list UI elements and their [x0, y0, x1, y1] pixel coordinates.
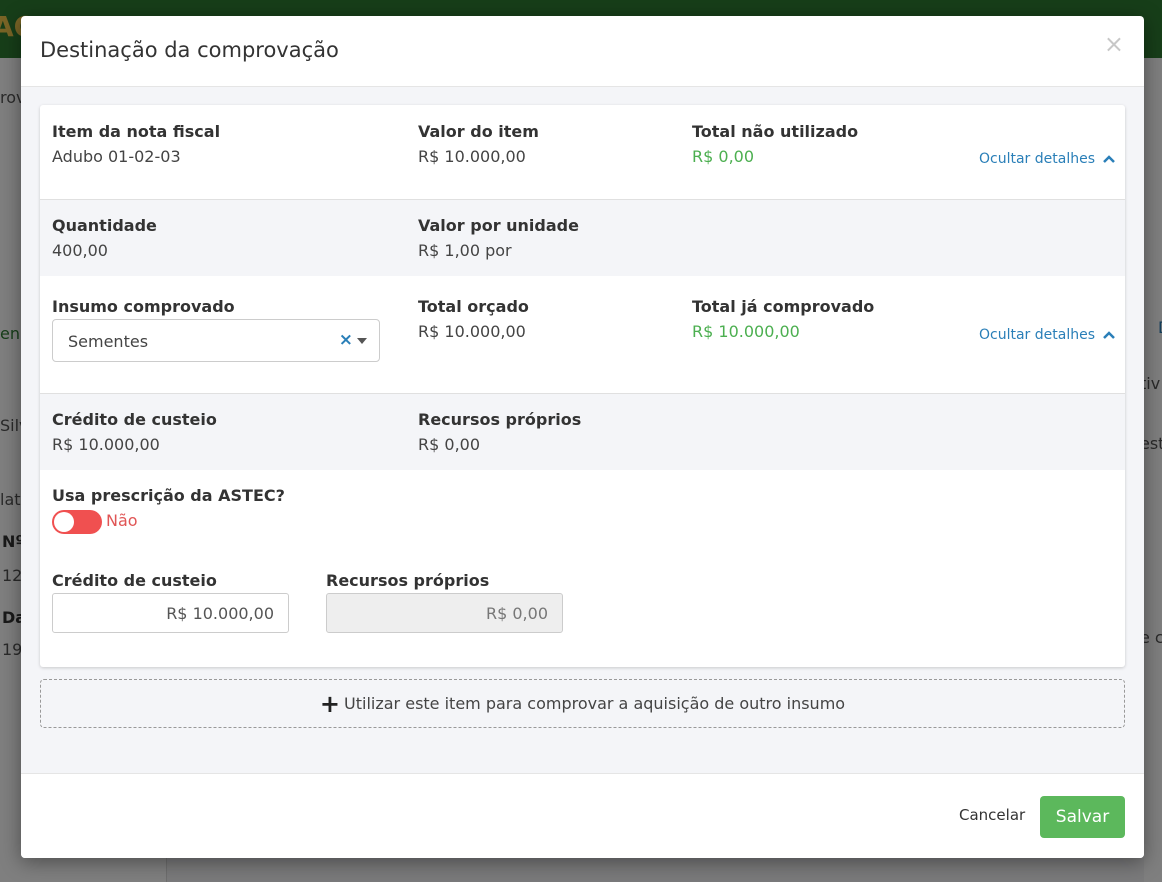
ocultar-detalhes-item-link[interactable]: Ocultar detalhes: [979, 151, 1116, 167]
valor-unidade-value: R$ 1,00 por: [418, 241, 512, 260]
recursos-proprios-label: Recursos próprios: [418, 410, 582, 429]
quantidade-label: Quantidade: [52, 216, 157, 235]
toggle-knob: [54, 512, 74, 532]
modal-body: Item da nota fiscal Adubo 01-02-03 Valor…: [21, 87, 1144, 773]
valor-item-label: Valor do item: [418, 122, 539, 141]
ocultar-detalhes-insumo-link[interactable]: Ocultar detalhes: [979, 327, 1116, 343]
chevron-up-icon: [1103, 331, 1116, 339]
astec-toggle-text: Não: [106, 511, 138, 530]
cancel-button[interactable]: Cancelar: [959, 806, 1025, 824]
save-button[interactable]: Salvar: [1040, 796, 1125, 838]
modal-header: Destinação da comprovação ×: [21, 16, 1144, 87]
clear-icon[interactable]: ×: [339, 330, 353, 350]
insumo-details-row: Crédito de custeio R$ 10.000,00 Recursos…: [40, 394, 1125, 470]
insumo-row: Insumo comprovado Sementes × Total orçad…: [40, 276, 1125, 393]
insumo-select[interactable]: Sementes ×: [52, 319, 380, 362]
credito-custeio-label: Crédito de custeio: [52, 410, 217, 429]
close-icon[interactable]: ×: [1104, 32, 1124, 56]
ocultar-detalhes-label: Ocultar detalhes: [979, 327, 1095, 343]
chevron-up-icon: [1103, 155, 1116, 163]
add-other-insumo-label: Utilizar este item para comprovar a aqui…: [344, 694, 846, 713]
recursos-proprios-value: R$ 0,00: [418, 435, 481, 454]
insumo-selected-value: Sementes: [68, 332, 149, 351]
item-value: Adubo 01-02-03: [52, 147, 181, 166]
astec-row: Usa prescrição da ASTEC? Não Crédito de …: [40, 470, 1125, 667]
ocultar-detalhes-label: Ocultar detalhes: [979, 151, 1095, 167]
item-label: Item da nota fiscal: [52, 122, 221, 141]
credito-custeio-input[interactable]: [52, 593, 289, 633]
plus-icon: +: [319, 689, 341, 718]
total-nao-utilizado-label: Total não utilizado: [692, 122, 859, 141]
total-orcado-value: R$ 10.000,00: [418, 322, 526, 341]
item-details-row: Quantidade 400,00 Valor por unidade R$ 1…: [40, 200, 1125, 276]
astec-toggle[interactable]: [52, 510, 102, 534]
item-summary-row: Item da nota fiscal Adubo 01-02-03 Valor…: [40, 105, 1125, 199]
credito-custeio-value: R$ 10.000,00: [52, 435, 160, 454]
recursos-input-label: Recursos próprios: [326, 571, 490, 590]
add-other-insumo-button[interactable]: + Utilizar este item para comprovar a aq…: [40, 679, 1125, 728]
total-orcado-label: Total orçado: [418, 297, 529, 316]
total-comprovado-label: Total já comprovado: [692, 297, 875, 316]
astec-label: Usa prescrição da ASTEC?: [52, 486, 285, 505]
valor-item-value: R$ 10.000,00: [418, 147, 526, 166]
item-card: Item da nota fiscal Adubo 01-02-03 Valor…: [40, 105, 1125, 667]
modal-title: Destinação da comprovação: [40, 38, 339, 62]
credito-input-label: Crédito de custeio: [52, 571, 217, 590]
insumo-label: Insumo comprovado: [52, 297, 235, 316]
recursos-proprios-input: [326, 593, 563, 633]
caret-down-icon[interactable]: [357, 338, 367, 344]
valor-unidade-label: Valor por unidade: [418, 216, 579, 235]
total-nao-utilizado-value: R$ 0,00: [692, 147, 755, 166]
quantidade-value: 400,00: [52, 241, 108, 260]
total-comprovado-value: R$ 10.000,00: [692, 322, 800, 341]
destinacao-modal: Destinação da comprovação × Item da nota…: [21, 16, 1144, 858]
modal-footer: Cancelar Salvar: [21, 773, 1144, 858]
